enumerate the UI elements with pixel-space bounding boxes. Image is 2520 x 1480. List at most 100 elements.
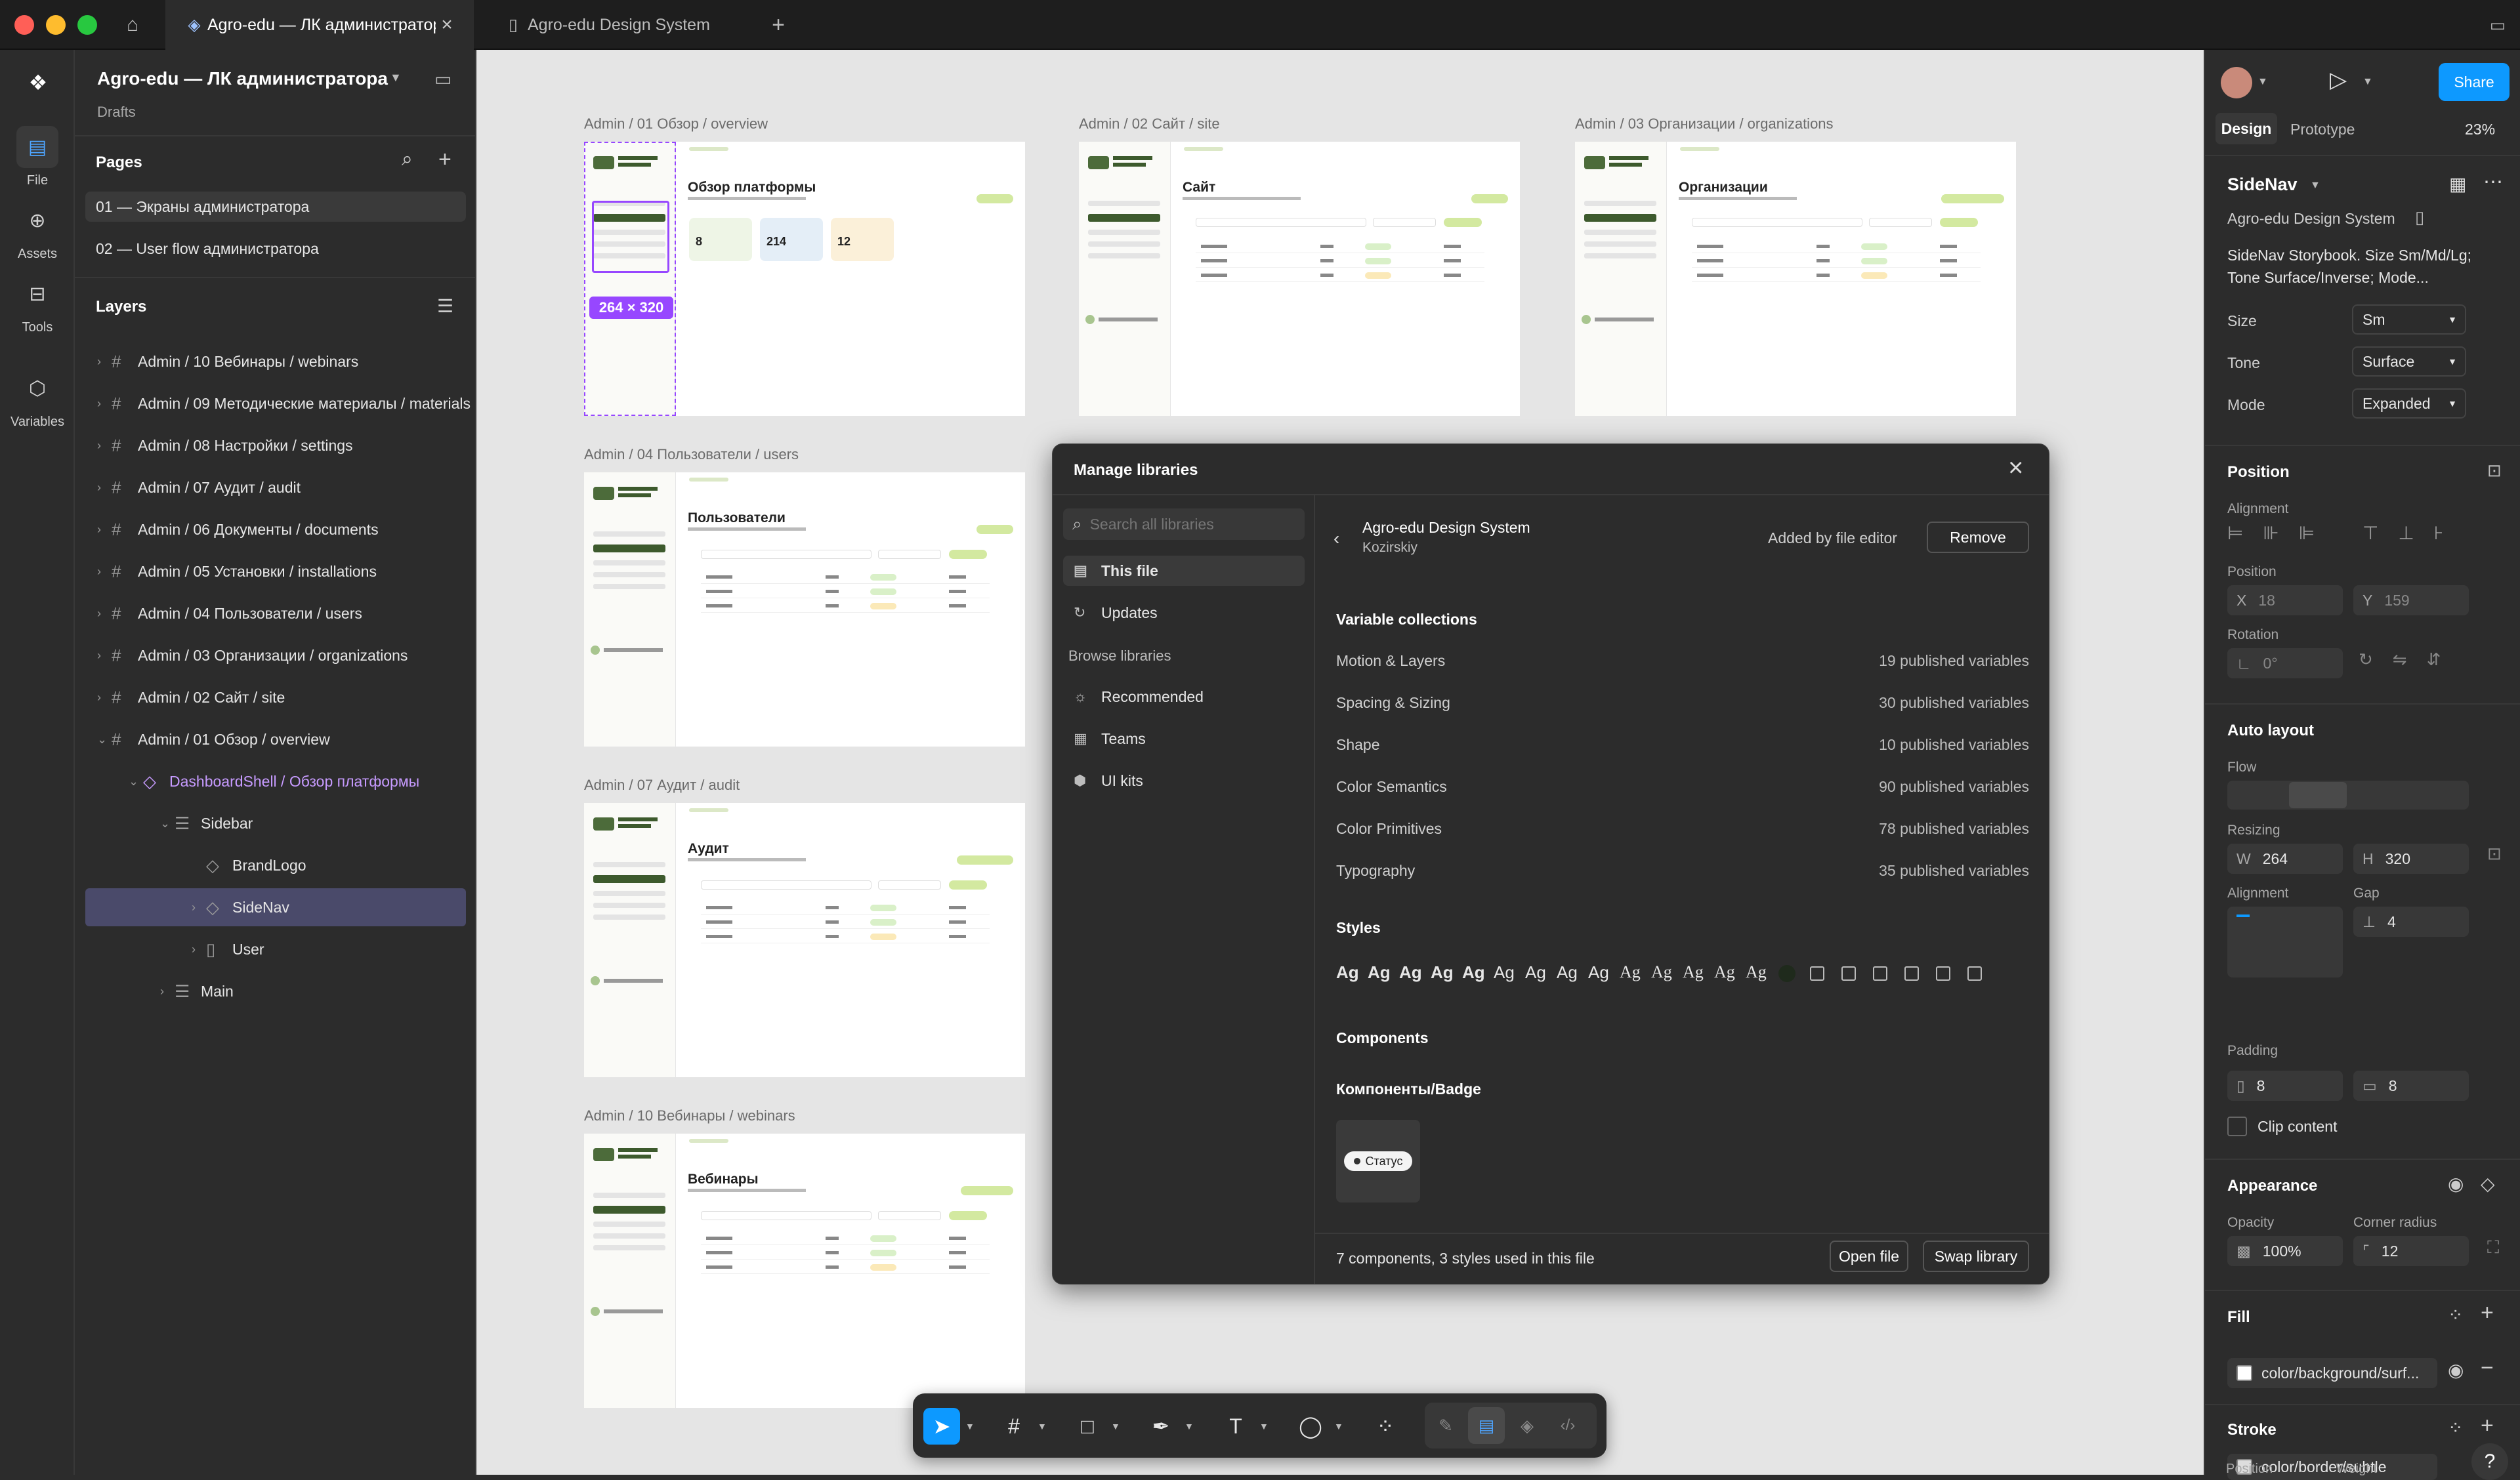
remove-fill-icon[interactable]: − [2481, 1355, 2494, 1381]
effect-style-swatch[interactable] [1810, 966, 1824, 981]
layer-item[interactable]: › # Admin / 05 Установки / installations [97, 552, 377, 590]
rectangle-tool-icon[interactable]: □ [1069, 1408, 1106, 1445]
component-thumbnail[interactable]: Статус [1336, 1120, 1420, 1202]
chevron-right-icon[interactable]: › [192, 943, 206, 956]
dev-mode-icon[interactable]: ‹/› [1549, 1407, 1586, 1444]
selected-sidenav[interactable] [592, 201, 669, 273]
effect-style-swatch[interactable] [1936, 966, 1950, 981]
opacity-field[interactable]: ▩ 100% [2227, 1236, 2343, 1266]
chevron-right-icon[interactable]: › [97, 355, 112, 369]
padding-vertical-field[interactable]: ▭ 8 [2353, 1071, 2469, 1101]
text-style-sample[interactable]: Ag [1588, 962, 1609, 983]
collection-row[interactable]: Shape 10 published variables [1336, 724, 2029, 766]
add-stroke-icon[interactable]: + [2481, 1413, 2494, 1439]
rail-tools-button[interactable]: ⊟ Tools [0, 273, 75, 335]
actions-tool-icon[interactable]: ⁘ [1367, 1408, 1404, 1445]
rail-variables-button[interactable]: ⬡ Variables [0, 367, 75, 430]
text-style-sample[interactable]: Ag [1557, 962, 1578, 983]
panel-toggle-icon[interactable]: ▭ [434, 68, 452, 90]
text-style-sample[interactable]: Ag [1494, 962, 1515, 983]
effect-style-swatch[interactable] [1873, 966, 1887, 981]
alignment-grid[interactable] [2227, 907, 2343, 977]
chevron-down-icon[interactable]: ▼ [390, 71, 402, 85]
nav-updates[interactable]: ↻ Updates [1063, 598, 1305, 628]
size-select[interactable]: Sm ▼ [2352, 304, 2466, 335]
height-field[interactable]: H 320 [2353, 844, 2469, 874]
collection-row[interactable]: Motion & Layers 19 published variables [1336, 640, 2029, 682]
layer-item[interactable]: › # Admin / 08 Настройки / settings [97, 426, 353, 464]
comment-tool-icon[interactable]: ◯ [1292, 1408, 1329, 1445]
nav-teams[interactable]: ▦ Teams [1063, 724, 1305, 754]
chevron-right-icon[interactable]: › [97, 691, 112, 705]
tone-select[interactable]: Surface ▼ [2352, 346, 2466, 377]
layer-item[interactable]: › # Admin / 10 Вебинары / webinars [97, 342, 358, 380]
layer-item[interactable]: ⌄ # Admin / 01 Обзор / overview [97, 720, 330, 758]
chevron-down-icon[interactable]: ▼ [965, 1421, 975, 1431]
open-file-button[interactable]: Open file [1830, 1241, 1908, 1272]
text-style-sample[interactable]: Ag [1746, 962, 1767, 982]
chevron-down-icon[interactable]: ⌄ [160, 817, 175, 831]
layer-item[interactable]: › # Admin / 04 Пользователи / users [97, 594, 362, 632]
figma-menu-icon[interactable]: ❖ [25, 70, 51, 96]
sidebar-toggle-icon[interactable]: ▭ [2485, 12, 2511, 38]
present-play-icon[interactable]: ▷ [2330, 67, 2347, 93]
back-icon[interactable]: ‹ [1334, 528, 1339, 549]
mode-select[interactable]: Expanded ▼ [2352, 388, 2466, 419]
frame-label[interactable]: Admin / 04 Пользователи / users [584, 446, 799, 463]
chevron-down-icon[interactable]: ▼ [2362, 76, 2373, 88]
gap-field[interactable]: ⊥ 4 [2353, 907, 2469, 937]
width-field[interactable]: W 264 [2227, 844, 2343, 874]
collection-row[interactable]: Spacing & Sizing 30 published variables [1336, 682, 2029, 724]
component-name[interactable]: SideNav [2227, 175, 2298, 195]
home-icon[interactable]: ⌂ [119, 12, 146, 38]
fill-style-field[interactable]: color/background/surf... [2227, 1358, 2437, 1388]
text-style-sample[interactable]: Ag [1651, 962, 1672, 982]
tab-admin-file[interactable]: ◈ Agro-edu — ЛК администратор... × [165, 0, 474, 50]
zoom-level[interactable]: 23% [2465, 121, 2495, 138]
swap-library-button[interactable]: Swap library [1923, 1241, 2029, 1272]
layer-item[interactable]: › # Admin / 07 Аудит / audit [97, 468, 301, 506]
add-page-icon[interactable]: + [438, 147, 452, 173]
effect-style-swatch[interactable] [1904, 966, 1919, 981]
chevron-down-icon[interactable]: ▼ [1185, 1421, 1194, 1431]
visibility-eye-icon[interactable]: ◉ [2448, 1359, 2464, 1381]
chevron-right-icon[interactable]: › [97, 607, 112, 621]
effect-style-swatch[interactable] [1967, 966, 1982, 981]
instance-grid-icon[interactable]: ▦ [2449, 173, 2466, 195]
chevron-down-icon[interactable]: ▼ [2258, 76, 2268, 88]
valign-buttons[interactable]: ⊤⊥⊦ [2362, 522, 2463, 544]
layer-item[interactable]: ⌄ ☰ Sidebar [160, 804, 253, 842]
search-icon[interactable]: ⌕ [402, 148, 413, 171]
color-style-swatch[interactable] [1778, 965, 1796, 982]
layer-item[interactable]: › # Admin / 06 Документы / documents [97, 510, 379, 548]
text-style-sample[interactable]: Ag [1336, 962, 1359, 983]
flow-vertical-option[interactable] [2289, 782, 2347, 808]
minimize-window-button[interactable] [46, 15, 66, 35]
chevron-down-icon[interactable]: ▼ [2310, 180, 2320, 192]
text-style-sample[interactable]: Ag [1399, 962, 1422, 983]
tab-prototype[interactable]: Prototype [2290, 121, 2355, 138]
y-field[interactable]: Y 159 [2353, 585, 2469, 615]
align-buttons[interactable]: ⊨⊪⊫ [2227, 522, 2334, 544]
constraints-icon[interactable]: ⊡ [2487, 461, 2502, 481]
page-item-userflow[interactable]: 02 — User flow администратора [85, 234, 466, 264]
page-item-screens[interactable]: 01 — Экраны администратора [85, 192, 466, 222]
frame-tool-icon[interactable]: # [996, 1408, 1032, 1445]
text-style-sample[interactable]: Ag [1714, 962, 1735, 982]
clip-content-checkbox[interactable] [2227, 1117, 2247, 1136]
close-window-button[interactable] [14, 15, 34, 35]
layer-item[interactable]: ⌄ ◇ DashboardShell / Обзор платформы [129, 762, 419, 800]
stroke-styles-icon[interactable]: ⁘ [2448, 1417, 2463, 1439]
rotate-flip-buttons[interactable]: ↻⇋⇵ [2359, 649, 2460, 670]
draw-mode-icon[interactable]: ✎ [1427, 1407, 1464, 1444]
library-search-field[interactable]: ⌕ [1063, 508, 1305, 540]
tab-design[interactable]: Design [2216, 113, 2277, 144]
corner-radius-field[interactable]: ⌜ 12 [2353, 1236, 2469, 1266]
chevron-right-icon[interactable]: › [160, 985, 175, 998]
move-tool-icon[interactable]: ➤ [923, 1408, 960, 1445]
frame-label[interactable]: Admin / 01 Обзор / overview [584, 115, 768, 133]
text-style-sample[interactable]: Ag [1368, 962, 1391, 983]
chevron-right-icon[interactable]: › [97, 649, 112, 663]
chevron-right-icon[interactable]: › [97, 481, 112, 495]
flow-selector[interactable] [2227, 781, 2469, 810]
